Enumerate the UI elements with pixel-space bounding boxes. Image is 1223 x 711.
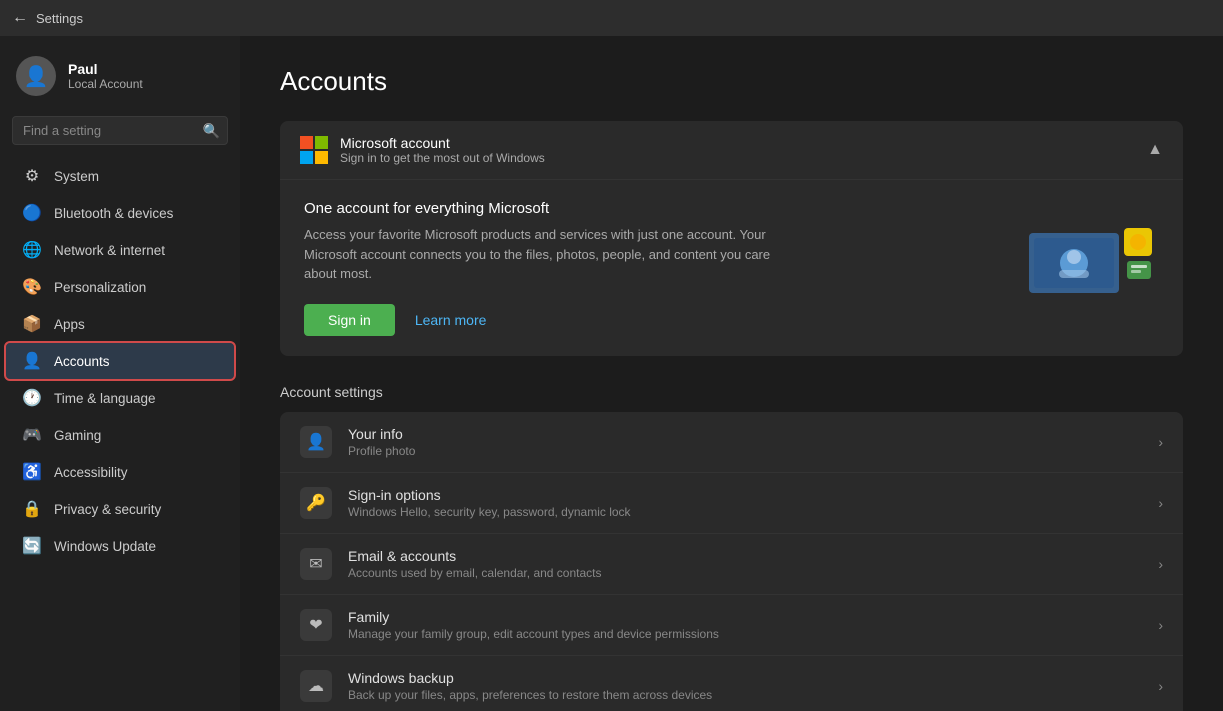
titlebar-title: Settings	[36, 11, 83, 26]
nav-label-apps: Apps	[54, 317, 85, 332]
nav-icon-accounts: 👤	[22, 351, 42, 371]
user-section: 👤 Paul Local Account	[0, 36, 240, 112]
sidebar-item-apps[interactable]: 📦 Apps	[6, 306, 234, 342]
ms-illustration	[1019, 223, 1159, 313]
ms-account-text: One account for everything Microsoft Acc…	[304, 200, 999, 336]
nav-icon-gaming: 🎮	[22, 425, 42, 445]
sidebar-item-update[interactable]: 🔄 Windows Update	[6, 528, 234, 564]
nav-label-bluetooth: Bluetooth & devices	[54, 206, 173, 221]
page-title: Accounts	[280, 66, 1183, 97]
nav-label-update: Windows Update	[54, 539, 156, 554]
nav-icon-apps: 📦	[22, 314, 42, 334]
item-name-sign-in-options: Sign-in options	[348, 487, 1142, 503]
sidebar-item-network[interactable]: 🌐 Network & internet	[6, 232, 234, 268]
settings-item-your-info[interactable]: 👤 Your info Profile photo ›	[280, 412, 1183, 473]
user-info: Paul Local Account	[68, 61, 143, 91]
nav-icon-privacy: 🔒	[22, 499, 42, 519]
item-chevron-family: ›	[1158, 617, 1163, 633]
ms-account-card: Microsoft account Sign in to get the mos…	[280, 121, 1183, 356]
sidebar-nav: ⚙ System 🔵 Bluetooth & devices 🌐 Network…	[0, 157, 240, 565]
nav-label-privacy: Privacy & security	[54, 502, 161, 517]
settings-item-family[interactable]: ❤ Family Manage your family group, edit …	[280, 595, 1183, 656]
nav-icon-personalization: 🎨	[22, 277, 42, 297]
user-name: Paul	[68, 61, 143, 77]
nav-label-network: Network & internet	[54, 243, 165, 258]
nav-label-accessibility: Accessibility	[54, 465, 128, 480]
learn-more-link[interactable]: Learn more	[415, 312, 487, 328]
item-name-email-accounts: Email & accounts	[348, 548, 1142, 564]
item-name-family: Family	[348, 609, 1142, 625]
titlebar: ← Settings	[0, 0, 1223, 36]
account-settings-title: Account settings	[280, 384, 1183, 400]
search-box: 🔍	[12, 116, 228, 145]
item-name-windows-backup: Windows backup	[348, 670, 1142, 686]
item-icon-your-info: 👤	[300, 426, 332, 458]
nav-icon-network: 🌐	[22, 240, 42, 260]
back-button[interactable]: ←	[12, 9, 28, 27]
item-chevron-sign-in-options: ›	[1158, 495, 1163, 511]
sidebar-item-time[interactable]: 🕐 Time & language	[6, 380, 234, 416]
nav-icon-update: 🔄	[22, 536, 42, 556]
nav-label-accounts: Accounts	[54, 354, 110, 369]
main-layout: 👤 Paul Local Account 🔍 ⚙ System 🔵 Blueto…	[0, 36, 1223, 711]
item-icon-family: ❤	[300, 609, 332, 641]
sidebar-item-accessibility[interactable]: ♿ Accessibility	[6, 454, 234, 490]
item-chevron-your-info: ›	[1158, 434, 1163, 450]
settings-item-email-accounts[interactable]: ✉ Email & accounts Accounts used by emai…	[280, 534, 1183, 595]
item-icon-windows-backup: ☁	[300, 670, 332, 702]
item-desc-windows-backup: Back up your files, apps, preferences to…	[348, 688, 1142, 702]
item-text-windows-backup: Windows backup Back up your files, apps,…	[348, 670, 1142, 702]
ms-account-body: One account for everything Microsoft Acc…	[280, 180, 1183, 356]
settings-item-sign-in-options[interactable]: 🔑 Sign-in options Windows Hello, securit…	[280, 473, 1183, 534]
item-text-sign-in-options: Sign-in options Windows Hello, security …	[348, 487, 1142, 519]
ms-logo	[300, 136, 328, 164]
ms-account-body-heading: One account for everything Microsoft	[304, 200, 999, 217]
content-area: Accounts Microsoft account Sign in to ge…	[240, 36, 1223, 711]
user-type: Local Account	[68, 77, 143, 91]
item-desc-sign-in-options: Windows Hello, security key, password, d…	[348, 505, 1142, 519]
nav-label-gaming: Gaming	[54, 428, 101, 443]
settings-list: 👤 Your info Profile photo › 🔑 Sign-in op…	[280, 412, 1183, 711]
ms-account-header: Microsoft account Sign in to get the mos…	[280, 121, 1183, 180]
item-icon-sign-in-options: 🔑	[300, 487, 332, 519]
nav-icon-system: ⚙	[22, 166, 42, 186]
sidebar-item-privacy[interactable]: 🔒 Privacy & security	[6, 491, 234, 527]
nav-icon-bluetooth: 🔵	[22, 203, 42, 223]
sidebar-item-bluetooth[interactable]: 🔵 Bluetooth & devices	[6, 195, 234, 231]
ms-account-actions: Sign in Learn more	[304, 304, 999, 336]
ms-account-title-group: Microsoft account Sign in to get the mos…	[340, 135, 545, 165]
item-text-your-info: Your info Profile photo	[348, 426, 1142, 458]
sidebar-item-personalization[interactable]: 🎨 Personalization	[6, 269, 234, 305]
sidebar-item-accounts[interactable]: 👤 Accounts	[6, 343, 234, 379]
ms-account-collapse-button[interactable]: ▲	[1147, 141, 1163, 159]
avatar: 👤	[16, 56, 56, 96]
nav-label-personalization: Personalization	[54, 280, 146, 295]
nav-icon-accessibility: ♿	[22, 462, 42, 482]
nav-icon-time: 🕐	[22, 388, 42, 408]
ms-account-title: Microsoft account	[340, 135, 545, 151]
item-text-family: Family Manage your family group, edit ac…	[348, 609, 1142, 641]
sidebar: 👤 Paul Local Account 🔍 ⚙ System 🔵 Blueto…	[0, 36, 240, 711]
item-desc-email-accounts: Accounts used by email, calendar, and co…	[348, 566, 1142, 580]
ms-account-subtitle: Sign in to get the most out of Windows	[340, 151, 545, 165]
ms-account-body-text: Access your favorite Microsoft products …	[304, 225, 804, 284]
search-icon: 🔍	[203, 122, 220, 139]
ms-account-header-left: Microsoft account Sign in to get the mos…	[300, 135, 545, 165]
item-desc-family: Manage your family group, edit account t…	[348, 627, 1142, 641]
item-desc-your-info: Profile photo	[348, 444, 1142, 458]
item-chevron-windows-backup: ›	[1158, 678, 1163, 694]
sidebar-item-system[interactable]: ⚙ System	[6, 158, 234, 194]
search-input[interactable]	[12, 116, 228, 145]
item-name-your-info: Your info	[348, 426, 1142, 442]
item-chevron-email-accounts: ›	[1158, 556, 1163, 572]
nav-label-system: System	[54, 169, 99, 184]
item-text-email-accounts: Email & accounts Accounts used by email,…	[348, 548, 1142, 580]
item-icon-email-accounts: ✉	[300, 548, 332, 580]
sidebar-item-gaming[interactable]: 🎮 Gaming	[6, 417, 234, 453]
nav-label-time: Time & language	[54, 391, 156, 406]
sign-in-button[interactable]: Sign in	[304, 304, 395, 336]
settings-item-windows-backup[interactable]: ☁ Windows backup Back up your files, app…	[280, 656, 1183, 711]
